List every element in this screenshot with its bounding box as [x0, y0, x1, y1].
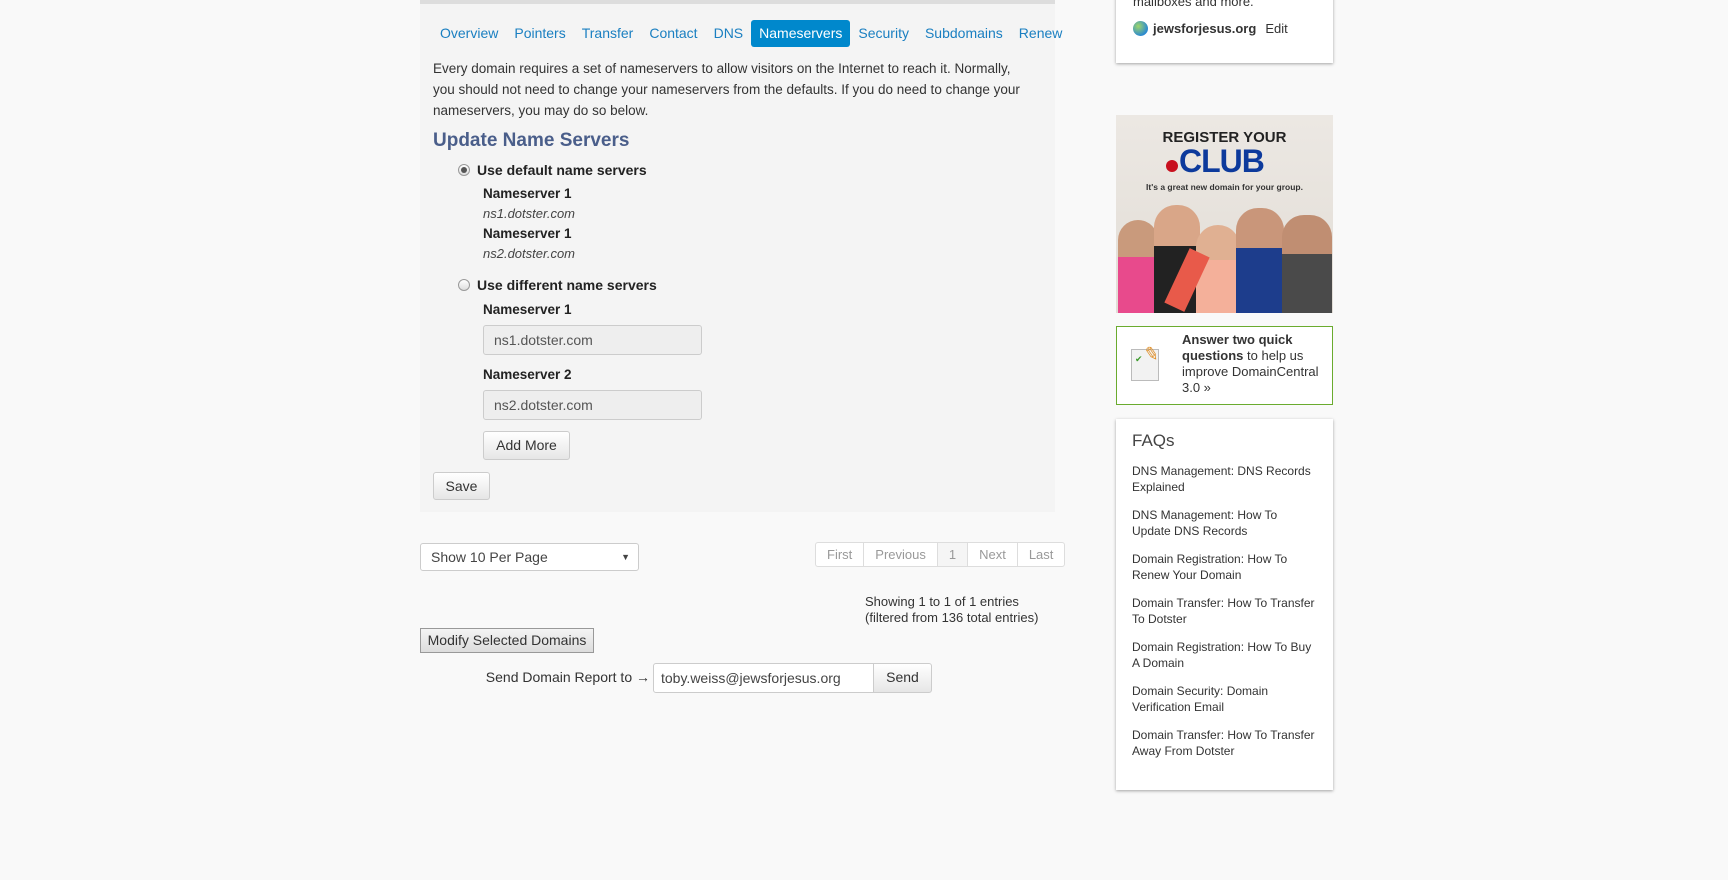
add-more-button[interactable]: Add More: [483, 431, 570, 460]
intro-text: Every domain requires a set of nameserve…: [433, 61, 1020, 118]
caret-down-icon: ▼: [621, 552, 630, 562]
domain-name[interactable]: jewsforjesus.org: [1153, 21, 1256, 36]
per-page-select[interactable]: Show 10 Per Page ▼: [420, 543, 639, 571]
custom-ns-label[interactable]: Use different name servers: [477, 277, 657, 293]
page-1[interactable]: 1: [936, 543, 968, 566]
custom-ns1-label: Nameserver 1: [483, 302, 572, 317]
email-promo-text: mailboxes and more.: [1133, 0, 1254, 9]
filtered-text: (filtered from 136 total entries): [865, 610, 1039, 625]
survey-box[interactable]: ✔ ✎ Answer two quick questions to help u…: [1116, 326, 1333, 405]
default-ns1-label: Nameserver 1: [483, 186, 572, 201]
modify-selected-button[interactable]: Modify Selected Domains: [420, 628, 594, 653]
tab-security[interactable]: Security: [850, 20, 917, 47]
nameserver-1-input[interactable]: ns1.dotster.com: [483, 325, 702, 355]
default-ns2-value: ns2.dotster.com: [483, 246, 576, 261]
ad-tagline: It's a great new domain for your group.: [1146, 182, 1303, 192]
faq-link[interactable]: DNS Management: DNS Records Explained: [1132, 463, 1317, 495]
tab-renew[interactable]: Renew: [1011, 20, 1071, 47]
faq-link[interactable]: Domain Registration: How To Renew Your D…: [1132, 551, 1317, 583]
edit-link[interactable]: Edit: [1265, 21, 1287, 36]
tab-pointers[interactable]: Pointers: [506, 20, 573, 47]
tab-overview[interactable]: Overview: [432, 20, 506, 47]
ad-photo: [1116, 200, 1333, 313]
globe-icon: [1133, 21, 1148, 36]
tab-contact[interactable]: Contact: [641, 20, 705, 47]
faq-link[interactable]: Domain Transfer: How To Transfer To Dots…: [1132, 595, 1317, 627]
page-first[interactable]: First: [816, 543, 863, 566]
custom-ns2-label: Nameserver 2: [483, 367, 572, 382]
tab-dns[interactable]: DNS: [706, 20, 752, 47]
domain-tabs: Overview Pointers Transfer Contact DNS N…: [432, 20, 1070, 47]
tab-subdomains[interactable]: Subdomains: [917, 20, 1011, 47]
tab-transfer[interactable]: Transfer: [574, 20, 642, 47]
per-page-value: Show 10 Per Page: [431, 549, 548, 565]
custom-ns-radio[interactable]: [458, 279, 470, 291]
faq-card: FAQs DNS Management: DNS Records Explain…: [1116, 419, 1333, 790]
entries-info: Showing 1 to 1 of 1 entries (filtered fr…: [865, 594, 1038, 626]
club-ad-banner[interactable]: REGISTER YOUR CLUB It's a great new doma…: [1116, 115, 1333, 313]
default-ns-radio[interactable]: [458, 164, 470, 176]
tab-nameservers[interactable]: Nameservers: [751, 20, 851, 47]
report-label: Send Domain Report to →: [485, 669, 650, 685]
report-email-input[interactable]: toby.weiss@jewsforjesus.org: [653, 663, 874, 693]
page-last[interactable]: Last: [1016, 543, 1065, 566]
faq-title: FAQs: [1132, 431, 1175, 450]
faq-link[interactable]: Domain Registration: How To Buy A Domain: [1132, 639, 1317, 671]
ad-line2: CLUB: [1179, 143, 1265, 179]
faq-link[interactable]: Domain Transfer: How To Transfer Away Fr…: [1132, 727, 1317, 759]
domain-card: mailboxes and more. jewsforjesus.org Edi…: [1116, 0, 1333, 63]
faq-link[interactable]: DNS Management: How To Update DNS Record…: [1132, 507, 1317, 539]
send-button[interactable]: Send: [873, 663, 932, 693]
showing-text: Showing 1 to 1 of 1 entries: [865, 594, 1019, 609]
page-previous[interactable]: Previous: [863, 543, 937, 566]
default-ns-label[interactable]: Use default name servers: [477, 162, 647, 178]
section-heading: Update Name Servers: [433, 130, 630, 151]
faq-link[interactable]: Domain Security: Domain Verification Ema…: [1132, 683, 1317, 715]
nameserver-2-input[interactable]: ns2.dotster.com: [483, 390, 702, 420]
default-ns1-value: ns1.dotster.com: [483, 206, 576, 221]
pagination: First Previous 1 Next Last: [815, 542, 1066, 567]
checklist-icon: ✔ ✎: [1131, 343, 1161, 381]
save-button[interactable]: Save: [433, 472, 490, 500]
default-ns2-label: Nameserver 1: [483, 226, 572, 241]
page-next[interactable]: Next: [967, 543, 1017, 566]
